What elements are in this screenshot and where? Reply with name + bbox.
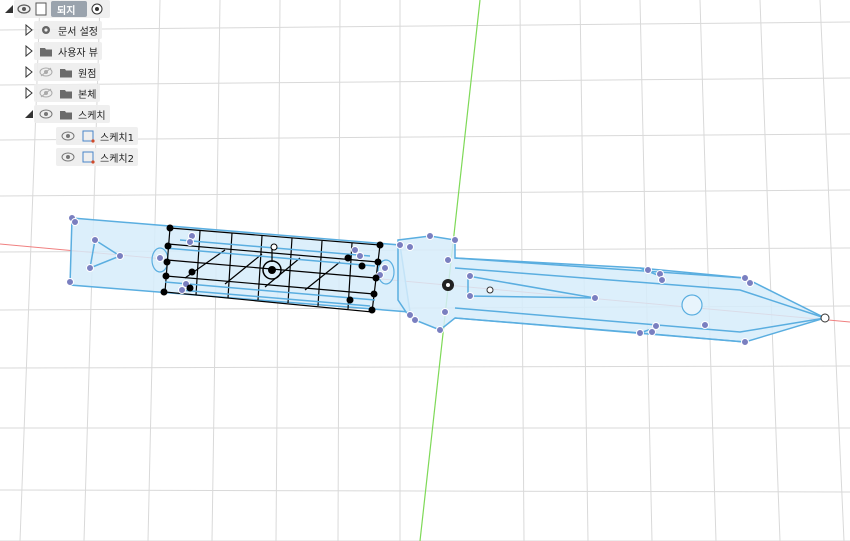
browser-item-label: 원점 xyxy=(78,68,97,80)
construction-point[interactable] xyxy=(376,241,384,249)
browser-item-sketches[interactable]: 스케치 xyxy=(24,105,110,123)
browser-root-row[interactable]: (저장되지 않음) xyxy=(4,0,110,32)
construction-point[interactable] xyxy=(368,306,376,314)
construction-point[interactable] xyxy=(166,224,174,232)
collapse-triangle-icon[interactable] xyxy=(4,2,14,16)
sketch-point[interactable] xyxy=(351,246,359,254)
blade-center-point xyxy=(486,286,494,294)
browser-item-sketch2[interactable]: 스케치2 xyxy=(56,148,138,166)
sketch-point[interactable] xyxy=(658,276,666,284)
browser-item-origin[interactable]: 원점 xyxy=(24,63,101,81)
sketch-point[interactable] xyxy=(451,236,459,244)
blade-tip-point[interactable] xyxy=(820,313,830,323)
eye-icon[interactable] xyxy=(38,106,54,122)
browser-item-label: 스케치2 xyxy=(100,153,134,165)
sketch-point[interactable] xyxy=(441,308,449,316)
sketch-point[interactable] xyxy=(356,252,364,260)
construction-point[interactable] xyxy=(358,262,366,270)
eye-hidden-icon[interactable] xyxy=(38,85,54,101)
sketch-icon xyxy=(80,128,96,144)
folder-icon xyxy=(58,106,74,122)
document-title[interactable]: (저장되지 않음) xyxy=(51,0,87,32)
sketch-point[interactable] xyxy=(186,238,194,246)
browser-item-bodies[interactable]: 본체 xyxy=(24,84,101,102)
sketch-point[interactable] xyxy=(86,264,94,272)
construction-point[interactable] xyxy=(162,272,170,280)
browser-item-named-views[interactable]: 사용자 뷰 xyxy=(24,42,102,60)
sketch-point[interactable] xyxy=(396,241,404,249)
eye-icon[interactable] xyxy=(60,128,76,144)
folder-icon xyxy=(38,43,54,59)
expand-triangle-icon[interactable] xyxy=(24,86,34,100)
sketch-point[interactable] xyxy=(66,278,74,286)
expand-triangle-icon[interactable] xyxy=(24,23,34,37)
eye-icon[interactable] xyxy=(60,149,76,165)
document-icon xyxy=(35,1,47,17)
construction-point[interactable] xyxy=(370,290,378,298)
construction-point[interactable] xyxy=(372,274,380,282)
sketch-point[interactable] xyxy=(466,272,474,280)
construction-point[interactable] xyxy=(188,268,196,276)
sketch-point[interactable] xyxy=(381,264,389,272)
sketch-icon xyxy=(80,149,96,165)
browser-item-label: 문서 설정 xyxy=(58,26,98,38)
blade-profile[interactable] xyxy=(397,235,828,343)
sketch-point[interactable] xyxy=(116,252,124,260)
browser-item-sketch1[interactable]: 스케치1 xyxy=(56,127,138,145)
construction-point[interactable] xyxy=(346,296,354,304)
construction-point[interactable] xyxy=(186,284,194,292)
folder-icon xyxy=(58,85,74,101)
folder-icon xyxy=(58,64,74,80)
sketch-point[interactable] xyxy=(71,218,79,226)
sketch-point[interactable] xyxy=(411,316,419,324)
sketch-point[interactable] xyxy=(406,243,414,251)
construction-point[interactable] xyxy=(160,288,168,296)
blade-hole xyxy=(681,294,703,316)
collapse-triangle-icon[interactable] xyxy=(24,107,34,121)
activate-radio-icon[interactable] xyxy=(91,1,103,17)
origin-point-inner xyxy=(446,283,450,287)
construction-point[interactable] xyxy=(164,242,172,250)
sketch-point[interactable] xyxy=(591,294,599,302)
sketch-point[interactable] xyxy=(436,326,444,334)
browser-item-label: 본체 xyxy=(78,89,97,101)
sketch-point[interactable] xyxy=(701,321,709,329)
expand-triangle-icon[interactable] xyxy=(24,65,34,79)
sketch-point[interactable] xyxy=(746,279,754,287)
sketch-point[interactable] xyxy=(91,236,99,244)
construction-point[interactable] xyxy=(344,254,352,262)
browser-item-label: 사용자 뷰 xyxy=(58,47,98,59)
eye-icon[interactable] xyxy=(17,1,31,17)
sketch-point[interactable] xyxy=(644,266,652,274)
sketch-point[interactable] xyxy=(156,254,164,262)
canvas-viewport[interactable] xyxy=(0,0,850,541)
browser-item-label: 스케치1 xyxy=(100,132,134,144)
browser-item-label: 스케치 xyxy=(78,110,106,122)
construction-point[interactable] xyxy=(163,258,171,266)
sketch-point[interactable] xyxy=(426,232,434,240)
expand-triangle-icon[interactable] xyxy=(24,44,34,58)
sketch-point[interactable] xyxy=(444,256,452,264)
sketch-point[interactable] xyxy=(466,292,474,300)
eye-hidden-icon[interactable] xyxy=(38,64,54,80)
sketch-point[interactable] xyxy=(648,328,656,336)
gear-icon xyxy=(38,22,54,38)
sketch-point[interactable] xyxy=(741,338,749,346)
construction-point[interactable] xyxy=(374,258,382,266)
browser-item-document-settings[interactable]: 문서 설정 xyxy=(24,21,102,39)
sketch-point[interactable] xyxy=(178,286,186,294)
sketch-point[interactable] xyxy=(636,329,644,337)
